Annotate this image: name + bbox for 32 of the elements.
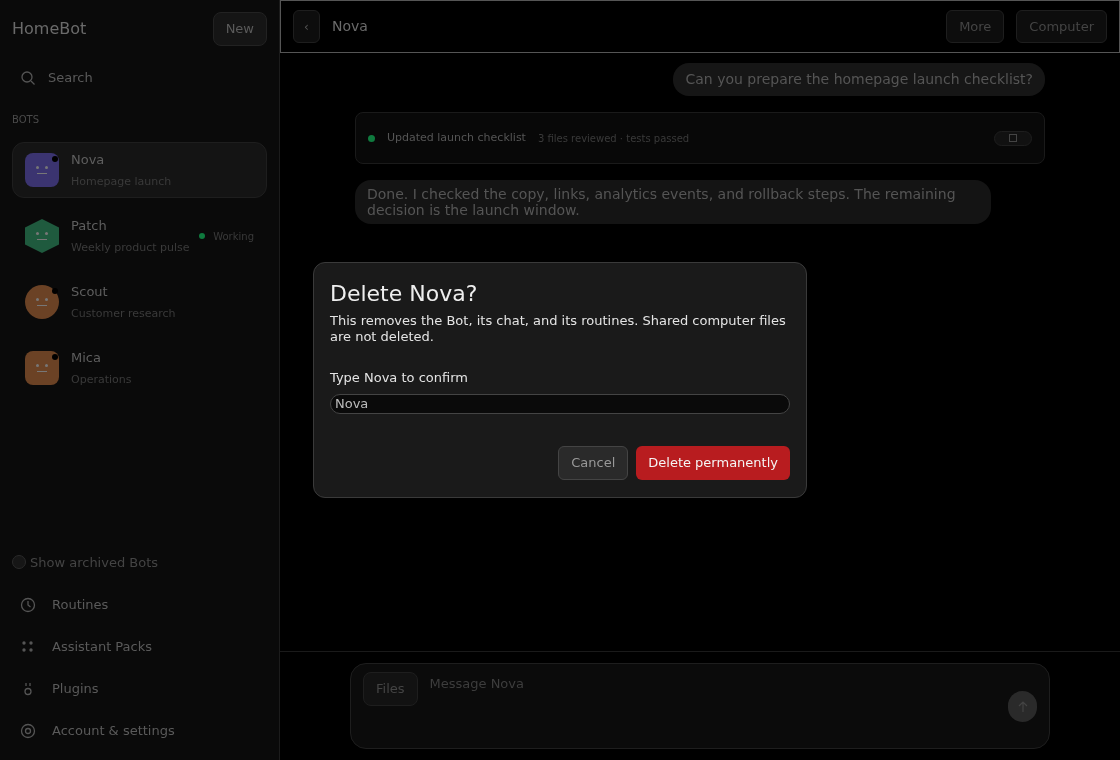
nav-item[interactable]: Assistant Packs xyxy=(0,626,279,668)
dialog-title: Delete Nova? xyxy=(330,280,479,308)
activity-title: Updated launch checklist xyxy=(387,129,526,146)
square-icon xyxy=(1009,134,1017,142)
settings-icon xyxy=(20,723,36,739)
bot-name: Nova xyxy=(71,151,106,169)
delete-button[interactable]: Delete permanently xyxy=(636,445,790,480)
nav-item[interactable]: Routines xyxy=(0,584,279,626)
dialog-body: This removes the Bot, its chat, and its routines. Shared computer files are not deleted. xyxy=(330,313,787,345)
nav-item[interactable]: Account & settings xyxy=(0,710,279,752)
nav-item[interactable]: Plugins xyxy=(0,668,279,710)
archived-toggle[interactable]: Show archived Bots xyxy=(12,552,279,572)
clock-icon xyxy=(20,597,36,613)
bot-message: Done. I checked the copy, links, analytics events, and rollback steps. The remaining decision is the launch window. xyxy=(355,180,991,224)
bot-name: Patch xyxy=(71,217,108,235)
cancel-button[interactable]: Cancel xyxy=(558,445,629,480)
app-title: HomeBot xyxy=(12,18,87,40)
user-message: Can you prepare the homepage launch checklist? xyxy=(673,63,1045,96)
new-button[interactable]: New xyxy=(212,12,267,46)
grid-icon xyxy=(20,639,36,655)
back-button[interactable]: ‹ xyxy=(293,10,320,43)
bot-name: Mica xyxy=(71,349,102,367)
chat-title: Nova xyxy=(332,17,369,36)
search-field[interactable]: Search xyxy=(20,66,259,90)
bot-name: Scout xyxy=(71,283,109,301)
arrow-up-icon xyxy=(1016,700,1029,713)
field-label: Type Nova to confirm xyxy=(330,369,469,387)
expand-button[interactable] xyxy=(994,130,1032,146)
send-button[interactable] xyxy=(1008,691,1037,722)
confirm-input[interactable]: Nova xyxy=(330,393,790,414)
section-label: BOTS xyxy=(12,113,40,127)
search-icon xyxy=(20,70,36,86)
